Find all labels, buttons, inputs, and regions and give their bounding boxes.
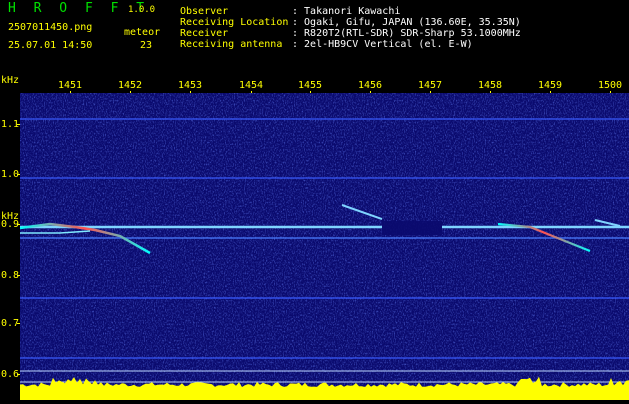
meteor-count: 23 [140, 40, 153, 51]
meteor-label: meteor [124, 27, 161, 38]
time-tick-label: 1453 [177, 80, 203, 91]
time-tick-label: 1456 [357, 80, 383, 91]
carrier-gap [382, 221, 442, 235]
receiver-label: Receiver [180, 28, 229, 39]
location-value: : Ogaki, Gifu, JAPAN (136.60E, 35.35N) [292, 17, 521, 28]
header-panel: H R O F F T 1.0.0 2507011450.png 25.07.0… [0, 0, 629, 75]
location-label: Receiving Location [180, 17, 289, 28]
frequency-unit-top: kHz [1, 75, 20, 86]
time-tick-label: 1500 [597, 80, 623, 91]
time-tick-label: 1459 [537, 80, 563, 91]
antenna-value: : 2el-HB9CV Vertical (el. E-W) [292, 39, 473, 50]
time-tick-label: 1452 [117, 80, 143, 91]
time-tick-label: 1455 [297, 80, 323, 91]
antenna-label: Receiving antenna [180, 39, 283, 50]
time-tick-label: 1458 [477, 80, 503, 91]
app-version: 1.0.0 [128, 5, 156, 15]
observer-value: : Takanori Kawachi [292, 6, 401, 17]
file-name: 2507011450.png [8, 22, 93, 33]
time-tick-label: 1457 [417, 80, 443, 91]
time-tick-label: 1454 [238, 80, 264, 91]
spectrogram-canvas [19, 93, 629, 400]
spectrogram-noise [20, 93, 629, 400]
observer-label: Observer [180, 6, 229, 17]
file-datetime: 25.07.01 14:50 [8, 40, 93, 51]
receiver-value: : R820T2(RTL-SDR) SDR-Sharp 53.1000MHz [292, 28, 521, 39]
spectrogram-plot [19, 93, 629, 400]
time-tick-label: 1451 [57, 80, 83, 91]
